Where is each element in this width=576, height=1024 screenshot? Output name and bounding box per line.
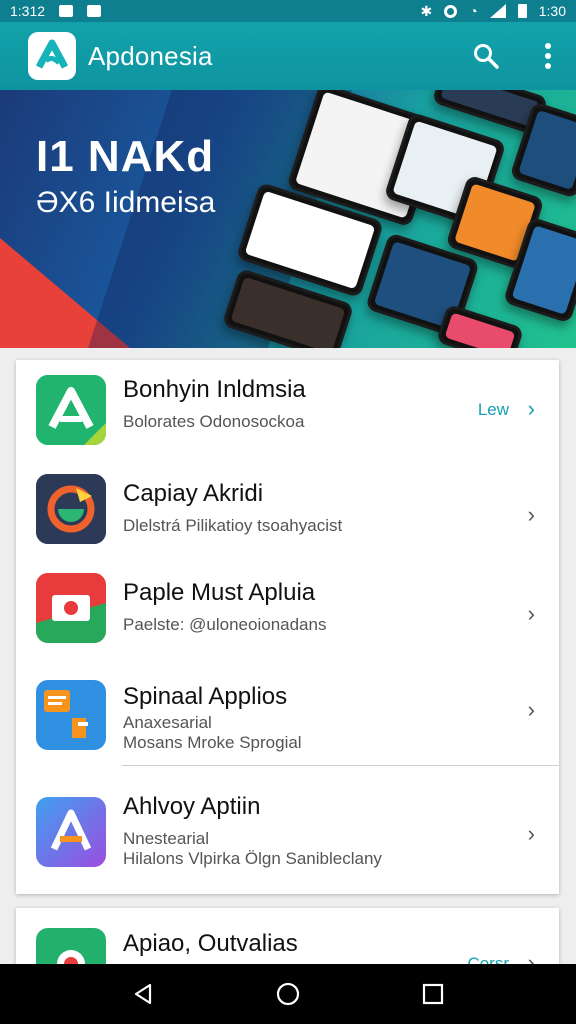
list-item-subtitle: Hilalons Vlpirka Ölgn Sanibleclany	[123, 849, 382, 868]
list-item-subtitle: Dlelstrá Pilikatioy tsoahyacist	[123, 516, 343, 535]
list-item-title: Bonhyin Inldmsia	[123, 376, 306, 403]
app-bar: Apdonesia	[0, 22, 576, 90]
notification-icon	[59, 5, 74, 17]
home-icon[interactable]	[268, 974, 308, 1014]
list-item-title: Apiao, Outvalias	[123, 930, 298, 957]
app-logo-icon[interactable]	[28, 32, 76, 80]
banner-heading: I1 NAKd	[36, 132, 215, 181]
sync-icon	[444, 4, 458, 18]
status-time-left: 1:312	[10, 3, 46, 19]
list-item[interactable]: Capiay Akridi Dlelstrá Pilikatioy tsoahy…	[16, 460, 559, 565]
list-item[interactable]: Bonhyin Inldmsia Bolorates Odonosockoa L…	[16, 360, 559, 460]
chevron-right-icon: ›	[527, 697, 535, 722]
list-item-title: Capiay Akridi	[123, 480, 264, 507]
recents-icon[interactable]	[413, 974, 453, 1014]
list-item-subtitle: Mosans Mroke Sprogial	[123, 733, 302, 752]
battery-icon	[517, 4, 527, 18]
banner-subheading: ƏX6 Iidmeisa	[36, 186, 216, 219]
app-icon	[36, 573, 106, 643]
list-item-subtitle: Nnestearial	[123, 829, 209, 848]
status-bar: 1:312 ✱ ◔ 1:30	[0, 0, 576, 22]
search-icon[interactable]	[472, 42, 500, 70]
divider	[122, 765, 559, 766]
app-title: Apdonesia	[88, 40, 213, 71]
list-item[interactable]: Ahlvoy Aptiin Nnestearial Hilalons Vlpir…	[16, 767, 559, 894]
list-item-badge: Lew	[477, 400, 509, 419]
chevron-right-icon: ›	[527, 502, 535, 527]
app-icon	[36, 474, 106, 544]
wifi-icon: ◔	[469, 3, 478, 19]
list-item-title: Spinaal Applios	[123, 683, 288, 710]
list-item[interactable]: Spinaal Applios Anaxesarial Mosans Mroke…	[16, 675, 559, 767]
list-item-title: Ahlvoy Aptiin	[123, 793, 261, 820]
system-nav-bar	[0, 964, 576, 1024]
chevron-right-icon: ›	[527, 601, 535, 626]
status-time-right: 1:30	[538, 3, 566, 19]
chevron-right-icon: ›	[527, 396, 535, 421]
list-item-subtitle: Paelste: @uloneoionadans	[123, 615, 327, 634]
app-icon	[36, 797, 106, 867]
list-item-subtitle: Bolorates Odonosockoa	[123, 412, 305, 431]
back-icon[interactable]	[123, 974, 163, 1014]
list-item-subtitle: Anaxesarial	[123, 713, 212, 732]
hero-banner[interactable]: I1 NAKd ƏX6 Iidmeisa	[0, 90, 576, 348]
app-icon	[36, 375, 106, 445]
signal-icon	[489, 4, 506, 18]
bluetooth-icon: ✱	[420, 2, 433, 19]
phone-mockup	[435, 303, 525, 348]
more-vert-icon[interactable]	[534, 42, 562, 70]
app-list-card: Bonhyin Inldmsia Bolorates Odonosockoa L…	[16, 360, 559, 894]
list-item-title: Paple Must Apluia	[123, 579, 316, 606]
list-item[interactable]: Paple Must Apluia Paelste: @uloneoionada…	[16, 565, 559, 675]
app-icon	[36, 680, 106, 750]
notification-icon	[87, 5, 102, 17]
chevron-right-icon: ›	[527, 821, 535, 846]
